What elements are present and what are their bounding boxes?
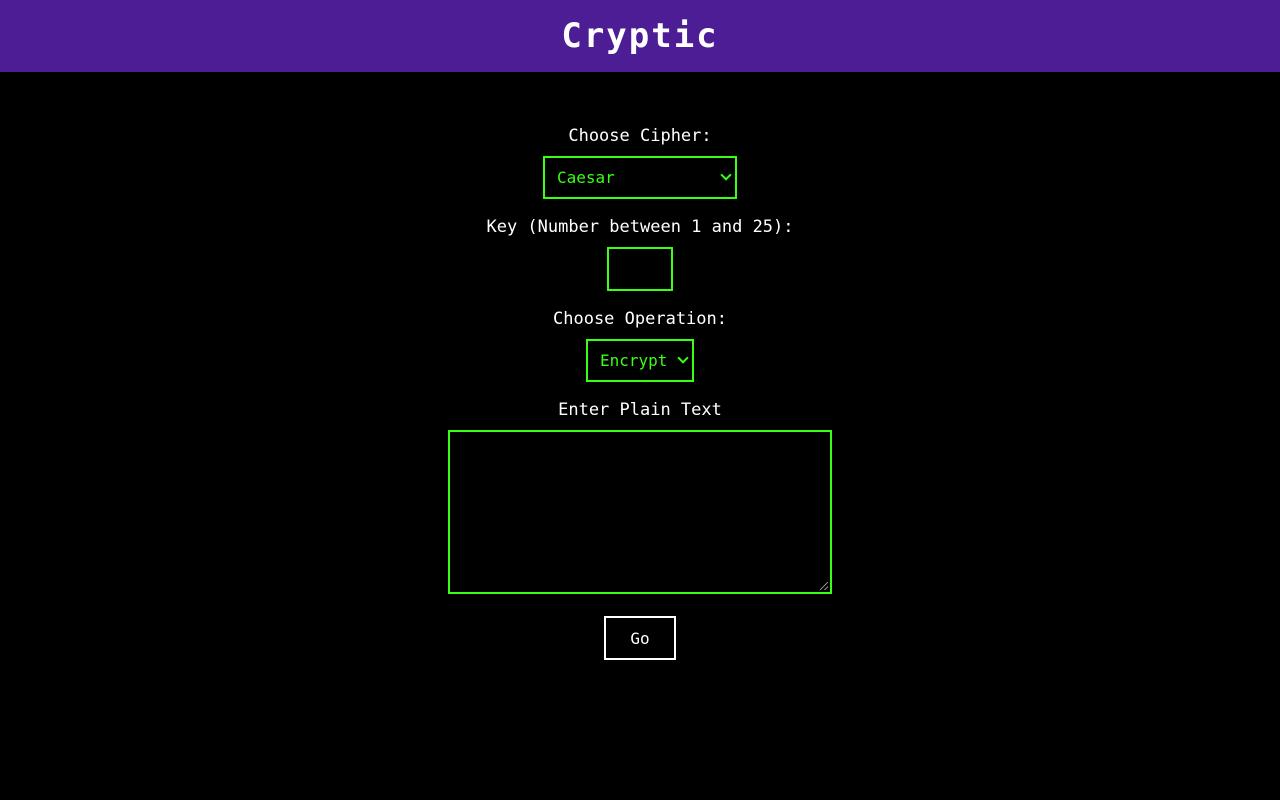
operation-select[interactable]: Encrypt: [586, 339, 694, 382]
operation-select-value: Encrypt: [600, 351, 668, 370]
cipher-label: Choose Cipher:: [568, 126, 712, 146]
key-input[interactable]: [607, 247, 673, 291]
key-label: Key (Number between 1 and 25):: [486, 217, 794, 237]
chevron-down-icon: [677, 352, 689, 364]
app-title: Cryptic: [561, 16, 719, 56]
plain-text-area[interactable]: [448, 430, 832, 594]
cipher-select[interactable]: Caesar: [543, 156, 737, 199]
app-header: Cryptic: [0, 0, 1280, 72]
go-button[interactable]: Go: [604, 616, 676, 660]
operation-label: Choose Operation:: [553, 309, 727, 329]
resize-grip-icon[interactable]: [820, 582, 828, 590]
cipher-select-value: Caesar: [557, 168, 615, 187]
text-label: Enter Plain Text: [558, 400, 722, 420]
chevron-down-icon: [720, 169, 732, 181]
